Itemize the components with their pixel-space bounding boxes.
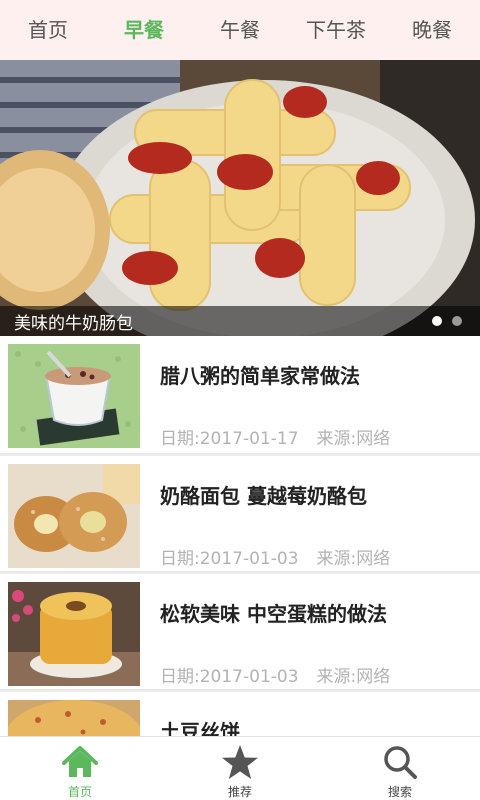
app-screen: 首页 早餐 午餐 下午茶 晚餐 美味的牛奶肠包 腊八粥的简单家常做法 日期:20…: [0, 0, 480, 800]
tab-dinner[interactable]: 晚餐: [384, 0, 480, 60]
potato-pancake-image: [8, 700, 140, 736]
nav-search[interactable]: 搜索: [320, 737, 480, 800]
article-title: 土豆丝饼: [160, 720, 240, 736]
carousel-dot[interactable]: [452, 316, 462, 326]
article-title: 奶酪面包 蔓越莓奶酪包: [160, 484, 367, 508]
article-date: 日期:2017-01-17: [160, 429, 299, 449]
cheese-bread-image: [8, 464, 140, 568]
search-icon: [384, 746, 417, 779]
nav-home[interactable]: 首页: [0, 737, 160, 800]
nav-recommend[interactable]: 推荐: [160, 737, 320, 800]
category-tabbar: 首页 早餐 午餐 下午茶 晚餐: [0, 0, 480, 60]
banner-image: [0, 60, 480, 336]
banner-caption-bar: 美味的牛奶肠包: [0, 306, 480, 336]
list-item[interactable]: 奶酪面包 蔓越莓奶酪包 日期:2017-01-03 来源:网络: [0, 454, 480, 572]
star-icon: [222, 745, 258, 779]
carousel-indicator: [432, 316, 462, 326]
article-meta: 日期:2017-01-17 来源:网络: [160, 424, 390, 449]
article-date: 日期:2017-01-03: [160, 667, 299, 687]
tab-lunch[interactable]: 午餐: [192, 0, 288, 60]
nav-home-label: 首页: [67, 785, 92, 799]
list-item[interactable]: 土豆丝饼: [0, 690, 480, 736]
bottom-navigation: 首页 推荐 搜索: [0, 736, 480, 800]
article-meta: 日期:2017-01-03 来源:网络: [160, 544, 390, 569]
banner-caption: 美味的牛奶肠包: [14, 314, 133, 334]
banner-carousel[interactable]: 美味的牛奶肠包: [0, 60, 480, 336]
carousel-dot-active[interactable]: [432, 316, 442, 326]
tab-afternoon-tea[interactable]: 下午茶: [288, 0, 384, 60]
article-date: 日期:2017-01-03: [160, 549, 299, 569]
list-item[interactable]: 松软美味 中空蛋糕的做法 日期:2017-01-03 来源:网络: [0, 572, 480, 690]
tab-home[interactable]: 首页: [0, 0, 96, 60]
tab-breakfast[interactable]: 早餐: [96, 0, 192, 60]
nav-recommend-label: 推荐: [227, 785, 252, 799]
article-source: 来源:网络: [316, 429, 391, 449]
nav-search-label: 搜索: [387, 785, 412, 799]
article-title: 腊八粥的简单家常做法: [160, 364, 360, 388]
article-source: 来源:网络: [316, 549, 391, 569]
article-meta: 日期:2017-01-03 来源:网络: [160, 662, 390, 687]
article-source: 来源:网络: [316, 667, 391, 687]
article-title: 松软美味 中空蛋糕的做法: [160, 602, 387, 626]
list-item[interactable]: 腊八粥的简单家常做法 日期:2017-01-17 来源:网络: [0, 336, 480, 454]
home-icon: [62, 746, 98, 777]
porridge-image: [8, 344, 140, 448]
article-list: 腊八粥的简单家常做法 日期:2017-01-17 来源:网络 奶酪面包 蔓越莓奶酪…: [0, 336, 480, 736]
chiffon-cake-image: [8, 582, 140, 686]
